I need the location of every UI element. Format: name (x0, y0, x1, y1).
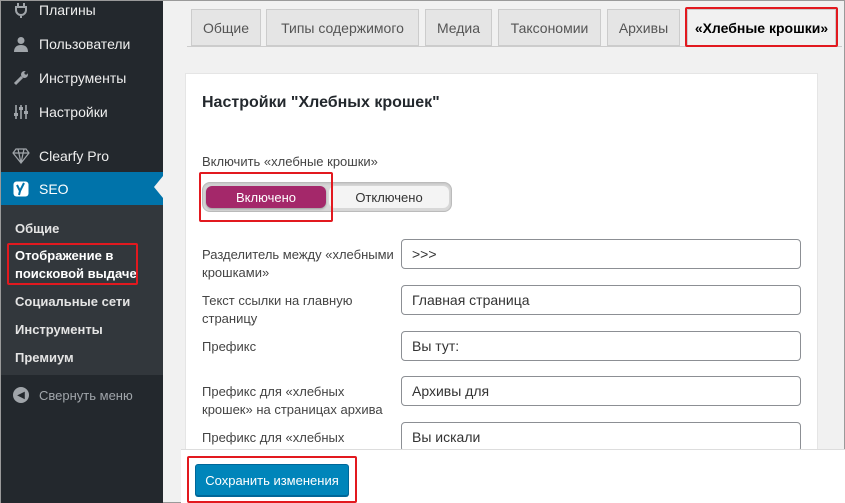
menu-item-label: SEO (39, 181, 69, 197)
tab-media[interactable]: Медиа (425, 9, 492, 46)
tools-icon (11, 68, 31, 88)
home-link-input[interactable]: Главная страница (401, 285, 801, 315)
plugin-icon (11, 0, 31, 20)
menu-item-tools[interactable]: Инструменты (1, 61, 163, 95)
yoast-icon (11, 179, 31, 199)
search-prefix-input[interactable]: Вы искали (401, 422, 801, 452)
menu-item-label: Пользователи (39, 36, 131, 52)
highlight-frame (685, 7, 838, 47)
menu-item-label: Clearfy Pro (39, 148, 110, 164)
users-icon (11, 34, 31, 54)
submenu-item-general[interactable]: Общие (15, 221, 59, 236)
tab-taxonomies[interactable]: Таксономии (498, 9, 601, 46)
menu-item-label: Инструменты (39, 70, 127, 86)
menu-item-label: Плагины (39, 2, 96, 18)
submenu-item-premium[interactable]: Премиум (15, 350, 74, 365)
diamond-icon (11, 146, 31, 166)
collapse-menu-label: Свернуть меню (39, 387, 133, 403)
highlight-frame (187, 456, 357, 503)
menu-item-plugins[interactable]: Плагины (1, 0, 163, 27)
menu-item-settings[interactable]: Настройки (1, 95, 163, 129)
tab-content-types[interactable]: Типы содержимого (266, 9, 419, 46)
prefix-label: Префикс (202, 339, 257, 354)
collapse-menu-button[interactable]: ◀ Свернуть меню (13, 387, 133, 403)
menu-item-clearfy[interactable]: Clearfy Pro (1, 139, 163, 173)
seo-submenu: Общие Отображение в поисковой выдаче Соц… (1, 205, 163, 375)
menu-item-label: Настройки (39, 104, 108, 120)
submenu-item-tools[interactable]: Инструменты (15, 322, 103, 337)
admin-sidebar: Плагины Пользователи Инструменты Настрой… (1, 1, 163, 503)
tab-general[interactable]: Общие (191, 9, 261, 46)
separator-input[interactable]: >>> (401, 239, 801, 269)
highlight-frame (7, 243, 138, 285)
breadcrumbs-settings-panel: Настройки "Хлебных крошек" Включить «хле… (185, 73, 818, 503)
toggle-off-option[interactable]: Отключено (329, 186, 449, 208)
archive-prefix-label: Префикс для «хлебных крошек» на страница… (202, 384, 383, 417)
toggle-label: Включить «хлебные крошки» (202, 154, 378, 169)
prefix-input[interactable]: Вы тут: (401, 331, 801, 361)
archive-prefix-input[interactable]: Архивы для (401, 376, 801, 406)
tab-archives[interactable]: Архивы (607, 9, 680, 46)
submenu-item-social[interactable]: Социальные сети (15, 294, 130, 309)
settings-icon (11, 102, 31, 122)
collapse-arrow-icon: ◀ (13, 387, 29, 403)
highlight-frame (199, 172, 333, 222)
menu-item-seo[interactable]: SEO (1, 172, 163, 206)
home-link-label: Текст ссылки на главную страницу (202, 293, 353, 326)
menu-item-users[interactable]: Пользователи (1, 27, 163, 61)
panel-title: Настройки "Хлебных крошек" (202, 94, 440, 111)
active-menu-arrow (154, 176, 163, 198)
separator-label: Разделитель между «хлебными крошками» (202, 247, 394, 280)
